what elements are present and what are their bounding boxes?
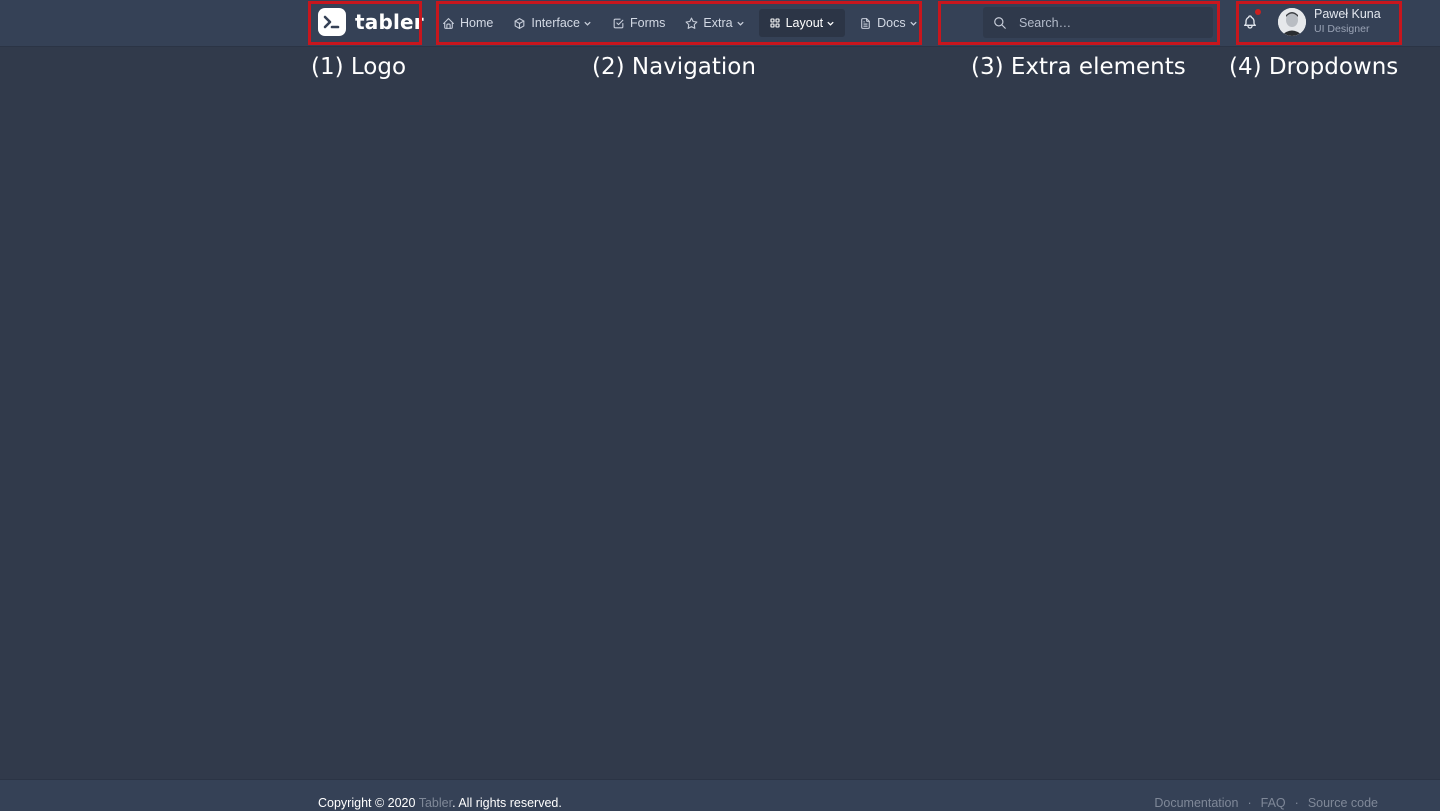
navigation-highlight-box (436, 1, 922, 45)
copyright-prefix: Copyright © 2020 (318, 796, 419, 810)
dropdowns-highlight-box (1236, 1, 1402, 45)
footer-link-source-code[interactable]: Source code (1308, 796, 1378, 810)
footer-links: Documentation · FAQ · Source code (1154, 796, 1378, 810)
footer-link-faq[interactable]: FAQ (1261, 796, 1286, 810)
extra-elements-highlight-box (938, 1, 1220, 45)
footer-separator: · (1294, 796, 1299, 810)
annotation-navigation: (2) Navigation (592, 54, 756, 80)
copyright-suffix: . All rights reserved. (452, 796, 562, 810)
copyright: Copyright © 2020 Tabler. All rights rese… (318, 796, 562, 810)
annotation-dropdowns: (4) Dropdowns (1229, 54, 1399, 80)
footer-brand-link[interactable]: Tabler (419, 796, 452, 810)
footer-separator: · (1247, 796, 1252, 810)
annotation-logo: (1) Logo (311, 54, 407, 80)
annotation-extra: (3) Extra elements (971, 54, 1186, 80)
footer-link-documentation[interactable]: Documentation (1154, 796, 1238, 810)
logo-highlight-box (308, 1, 422, 45)
